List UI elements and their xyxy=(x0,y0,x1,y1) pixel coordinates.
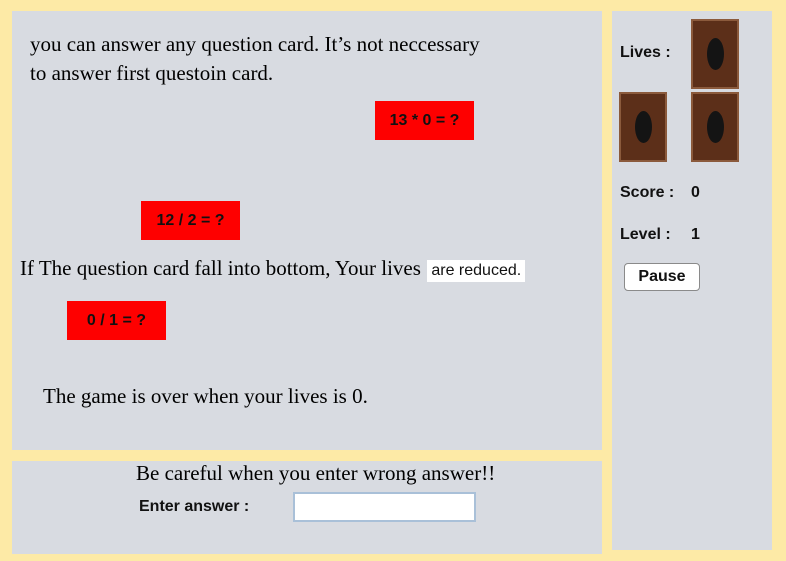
tip-line-2: to answer first questoin card. xyxy=(30,61,274,85)
answer-input[interactable] xyxy=(293,492,476,522)
tip-falling-suffix: are reduced. xyxy=(427,260,526,282)
life-card-icon xyxy=(691,19,739,89)
life-card-hole xyxy=(706,111,724,143)
side-panel: Lives : Score : 0 Level : 1 Pause xyxy=(612,11,772,550)
answer-label: Enter answer : xyxy=(139,498,250,515)
pause-button[interactable]: Pause xyxy=(624,263,700,291)
life-card-hole xyxy=(634,111,652,143)
life-card-hole xyxy=(706,38,724,70)
warning-text: Be careful when you enter wrong answer!! xyxy=(136,461,496,485)
question-card[interactable]: 0 / 1 = ? xyxy=(67,301,166,340)
answer-area: Be careful when you enter wrong answer!!… xyxy=(12,461,602,554)
score-value: 0 xyxy=(691,184,700,201)
level-value: 1 xyxy=(691,226,700,243)
life-card-icon xyxy=(691,92,739,162)
score-label: Score : xyxy=(620,184,675,201)
level-label: Level : xyxy=(620,226,671,243)
game-area: you can answer any question card. It’s n… xyxy=(12,11,602,450)
tip-falling-text: If The question card fall into bottom, Y… xyxy=(20,256,421,280)
life-card-icon xyxy=(619,92,667,162)
lives-label: Lives : xyxy=(620,44,671,61)
question-card[interactable]: 13 * 0 = ? xyxy=(375,101,474,140)
tip-line-1: you can answer any question card. It’s n… xyxy=(30,32,480,56)
question-card[interactable]: 12 / 2 = ? xyxy=(141,201,240,240)
tip-falling-cards: If The question card fall into bottom, Y… xyxy=(20,256,526,282)
tip-game-over: The game is over when your lives is 0. xyxy=(43,384,368,408)
